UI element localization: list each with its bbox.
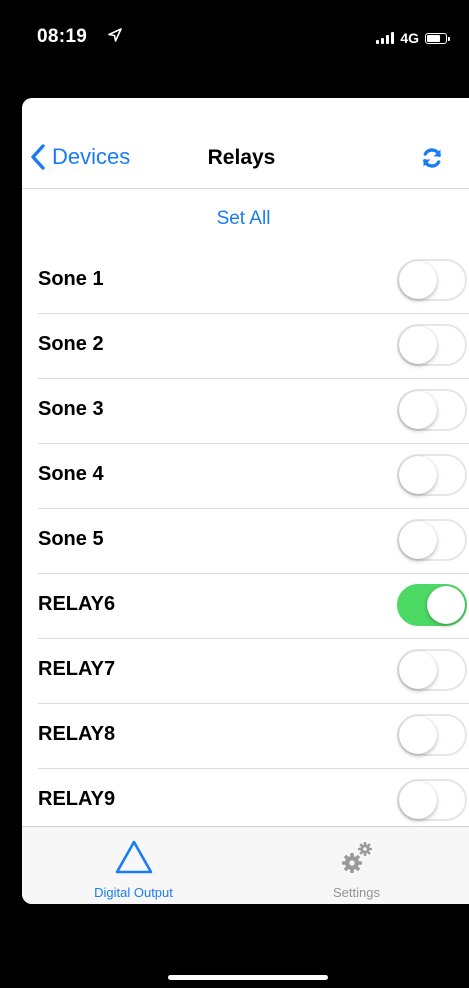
relay-label: RELAY7 bbox=[38, 658, 116, 680]
toggle-knob bbox=[399, 326, 437, 364]
status-bar: 08:19 4G bbox=[0, 0, 469, 80]
relay-label: Sone 5 bbox=[38, 528, 104, 550]
relay-label: Sone 2 bbox=[38, 333, 104, 355]
relay-label: RELAY8 bbox=[38, 723, 116, 745]
relay-label: RELAY6 bbox=[38, 593, 116, 615]
toggle-knob bbox=[399, 781, 437, 819]
relay-list: Sone 1 Sone 2 Sone 3 Sone 4 Sone 5 RELAY6 RELA… bbox=[22, 249, 469, 834]
home-indicator[interactable] bbox=[168, 975, 328, 980]
relay-row: RELAY6 bbox=[38, 574, 469, 639]
relay-toggle[interactable] bbox=[397, 389, 467, 431]
relay-toggle[interactable] bbox=[397, 519, 467, 561]
relays-sheet: Devices Relays Set All Sone 1 Sone 2 Sone … bbox=[22, 98, 469, 904]
toggle-knob bbox=[399, 716, 437, 754]
network-type: 4G bbox=[400, 30, 419, 46]
relay-row: Sone 2 bbox=[38, 314, 469, 379]
cellular-signal-icon bbox=[376, 32, 395, 44]
relay-toggle[interactable] bbox=[397, 714, 467, 756]
relay-row: Sone 1 bbox=[38, 249, 469, 314]
relay-toggle[interactable] bbox=[397, 584, 467, 626]
toggle-knob bbox=[399, 456, 437, 494]
page-title: Relays bbox=[207, 146, 276, 169]
toggle-knob bbox=[399, 651, 437, 689]
battery-level bbox=[427, 34, 440, 42]
toggle-knob bbox=[427, 586, 465, 624]
toggle-knob bbox=[399, 391, 437, 429]
toggle-knob bbox=[399, 261, 437, 299]
relay-row: Sone 3 bbox=[38, 379, 469, 444]
tab-settings[interactable]: Settings bbox=[245, 827, 468, 904]
relay-toggle[interactable] bbox=[397, 324, 467, 366]
set-all-button[interactable]: Set All bbox=[22, 208, 469, 230]
triangle-icon bbox=[115, 840, 152, 874]
relay-toggle[interactable] bbox=[397, 779, 467, 821]
status-time: 08:19 bbox=[37, 26, 88, 47]
relay-row: Sone 4 bbox=[38, 444, 469, 509]
relay-toggle[interactable] bbox=[397, 259, 467, 301]
relay-row: Sone 5 bbox=[38, 509, 469, 574]
relay-toggle[interactable] bbox=[397, 454, 467, 496]
relay-label: RELAY9 bbox=[38, 788, 116, 810]
tab-digital-output-label: Digital Output bbox=[94, 885, 173, 900]
tab-settings-label: Settings bbox=[333, 885, 380, 900]
relay-label: Sone 1 bbox=[38, 268, 104, 290]
phone-screen: 08:19 4G Devices Relays Set All Sone 1 S… bbox=[0, 0, 469, 988]
relay-row: RELAY8 bbox=[38, 704, 469, 769]
relay-toggle[interactable] bbox=[397, 649, 467, 691]
status-indicators: 4G bbox=[376, 30, 450, 46]
battery-icon bbox=[425, 32, 450, 44]
relay-label: Sone 3 bbox=[38, 398, 104, 420]
tab-digital-output[interactable]: Digital Output bbox=[22, 827, 245, 904]
gears-icon bbox=[341, 842, 372, 873]
relay-label: Sone 4 bbox=[38, 463, 104, 485]
navigation-bar: Devices Relays bbox=[22, 134, 469, 189]
location-arrow-icon bbox=[108, 28, 122, 42]
toggle-knob bbox=[399, 521, 437, 559]
tab-bar: Digital Output Settings bbox=[22, 826, 469, 904]
refresh-icon[interactable] bbox=[421, 147, 443, 169]
relay-row: RELAY7 bbox=[38, 639, 469, 704]
relay-row: RELAY9 bbox=[38, 769, 469, 834]
